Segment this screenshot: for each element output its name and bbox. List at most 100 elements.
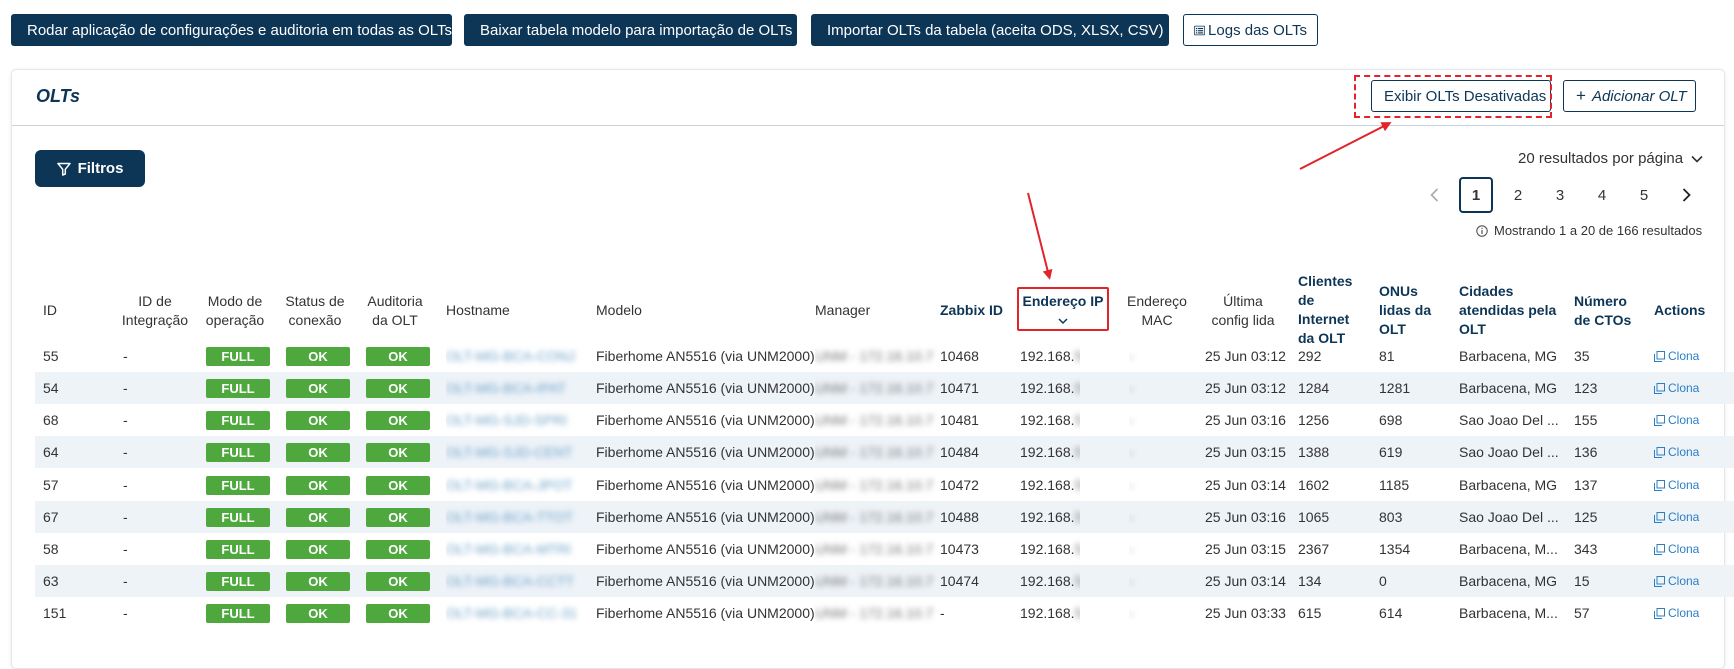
page-3-button[interactable]: 3 [1539,177,1581,213]
run-audit-all-button[interactable]: Rodar aplicação de configurações e audit… [11,14,452,46]
col-last-config[interactable]: Última config lida [1203,292,1283,330]
page-2-button[interactable]: 2 [1497,177,1539,213]
col-zabbix-id[interactable]: Zabbix ID [940,301,1003,320]
ip-visible: 192.168. [1020,573,1075,589]
cell-action[interactable]: Clona [1654,565,1714,597]
col-mode[interactable]: Modo de operação [200,292,270,330]
col-mode-line1: Modo de [207,293,263,309]
clone-label: Clona [1668,510,1700,524]
cell-last: 25 Jun 03:16 [1205,404,1305,436]
col-ctos[interactable]: Número de CTOs [1574,292,1631,330]
onus-value: 803 [1379,509,1403,525]
show-disabled-olts-button[interactable]: Exibir OLTs Desativadas [1371,80,1551,112]
cell-hostname[interactable]: OLT-MG-SJD-CENT [446,436,586,468]
col-cities[interactable]: Cidades atendidas pela OLT [1459,282,1556,339]
col-clients-line2: de [1298,292,1315,308]
page-1-button[interactable]: 1 [1459,177,1493,213]
col-model[interactable]: Modelo [596,301,642,320]
import-olts-button[interactable]: Importar OLTs da tabela (aceita ODS, XLS… [811,14,1169,46]
id-value: 55 [43,348,59,364]
col-ip-address[interactable]: Endereço IP [1017,292,1109,330]
cell-action[interactable]: Clona [1654,404,1714,436]
cell-audit: OK [366,469,430,501]
cell-clients: 1284 [1298,372,1368,404]
cell-hostname[interactable]: OLT-MG-BCA-CCTT [446,565,586,597]
ip-visible: 192.168. [1020,477,1075,493]
cell-integration: - [123,372,163,404]
col-hostname[interactable]: Hostname [446,301,510,320]
integration-value: - [123,541,128,557]
col-integration-id[interactable]: ID de Integração [115,292,195,330]
cell-ctos: 343 [1574,533,1644,565]
page-4-button[interactable]: 4 [1581,177,1623,213]
table-row[interactable]: 64 - FULL OK OK OLT-MG-SJD-CENT Fiberhome AN55… [35,436,1734,468]
cell-action[interactable]: Clona [1654,469,1714,501]
onus-value: 1185 [1379,477,1410,493]
cell-action[interactable]: Clona [1654,436,1714,468]
cell-hostname[interactable]: OLT-MG-SJD-SPRI [446,404,586,436]
olt-logs-button[interactable]: Logs das OLTs [1183,14,1318,46]
last-value: 25 Jun 03:12 [1205,380,1286,396]
table-row[interactable]: 151 - FULL OK OK OLT-MG-BCA-CC-31 Fiberhome AN… [35,597,1734,629]
prev-page-button[interactable] [1413,177,1455,213]
download-template-button[interactable]: Baixar tabela modelo para importação de … [464,14,797,46]
cell-action[interactable]: Clona [1654,501,1714,533]
pagination: 1 2 3 4 5 [1413,177,1707,213]
cell-ctos: 57 [1574,597,1644,629]
cell-hostname[interactable]: OLT-MG-BCA-MTRI [446,533,586,565]
col-audit[interactable]: Auditoria da OLT [360,292,430,330]
cell-integration: - [123,597,163,629]
cell-city: Barbacena, M... [1459,597,1574,629]
table-row[interactable]: 57 - FULL OK OK OLT-MG-BCA-JPOT Fiberhome AN55… [35,469,1734,501]
col-mac[interactable]: Endereço MAC [1117,292,1197,330]
cell-hostname[interactable]: OLT-MG-BCA-JPOT [446,469,586,501]
per-page-select[interactable]: 20 resultados por página [1518,150,1703,167]
col-manager[interactable]: Manager [815,301,870,320]
filters-button[interactable]: Filtros [35,150,145,187]
col-onus[interactable]: ONUs lidas da OLT [1379,282,1431,339]
col-id[interactable]: ID [43,301,57,320]
clone-label: Clona [1668,349,1700,363]
cell-mac: - [1129,340,1159,372]
table-row[interactable]: 63 - FULL OK OK OLT-MG-BCA-CCTT Fiberhome AN55… [35,565,1734,597]
col-mac-line2: MAC [1141,312,1173,328]
ip-redacted: 55.6 [1074,509,1081,525]
table-row[interactable]: 55 - FULL OK OK OLT-MG-BCA-CONJ Fiberhome AN55… [35,340,1734,372]
mode-badge: FULL [206,378,270,398]
add-olt-button[interactable]: + Adicionar OLT [1563,80,1696,112]
cell-integration: - [123,469,163,501]
status-badge: OK [286,442,350,462]
zabbix-value: - [940,605,945,621]
cell-action[interactable]: Clona [1654,340,1714,372]
col-clients[interactable]: Clientes de Internet da OLT [1298,272,1352,348]
col-cities-line2: atendidas pela [1459,302,1557,318]
table-row[interactable]: 54 - FULL OK OK OLT-MG-BCA-IPAT Fiberhome AN55… [35,372,1734,404]
table-row[interactable]: 68 - FULL OK OK OLT-MG-SJD-SPRI Fiberhome AN55… [35,404,1734,436]
clients-value: 1284 [1298,380,1330,396]
zabbix-value: 10488 [940,509,979,525]
cell-action[interactable]: Clona [1654,533,1714,565]
table-row[interactable]: 58 - FULL OK OK OLT-MG-BCA-MTRI Fiberhome AN55… [35,533,1734,565]
cell-hostname[interactable]: OLT-MG-BCA-CC-31 [446,597,586,629]
clone-icon [1654,479,1665,491]
model-value: Fiberhome AN5516 (via UNM2000) [596,541,815,557]
cell-integration: - [123,436,163,468]
col-status[interactable]: Status de conexão [280,292,350,330]
next-page-button[interactable] [1665,177,1707,213]
cell-hostname[interactable]: OLT-MG-BCA-CONJ [446,340,586,372]
cell-action[interactable]: Clona [1654,372,1714,404]
table-row[interactable]: 67 - FULL OK OK OLT-MG-BCA-TTOT Fiberhome AN55… [35,501,1734,533]
cell-status: OK [286,340,350,372]
page-5-button[interactable]: 5 [1623,177,1665,213]
clone-icon [1654,607,1665,619]
cell-ip: 192.168.57.12 [1020,436,1080,468]
last-value: 25 Jun 03:14 [1205,477,1286,493]
cell-mode: FULL [206,533,270,565]
cell-model: Fiberhome AN5516 (via UNM2000) [596,501,836,533]
cell-hostname[interactable]: OLT-MG-BCA-TTOT [446,501,586,533]
id-value: 63 [43,573,59,589]
cell-hostname[interactable]: OLT-MG-BCA-IPAT [446,372,586,404]
cell-ctos: 136 [1574,436,1644,468]
cell-action[interactable]: Clona [1654,597,1714,629]
mode-badge: FULL [206,410,270,430]
